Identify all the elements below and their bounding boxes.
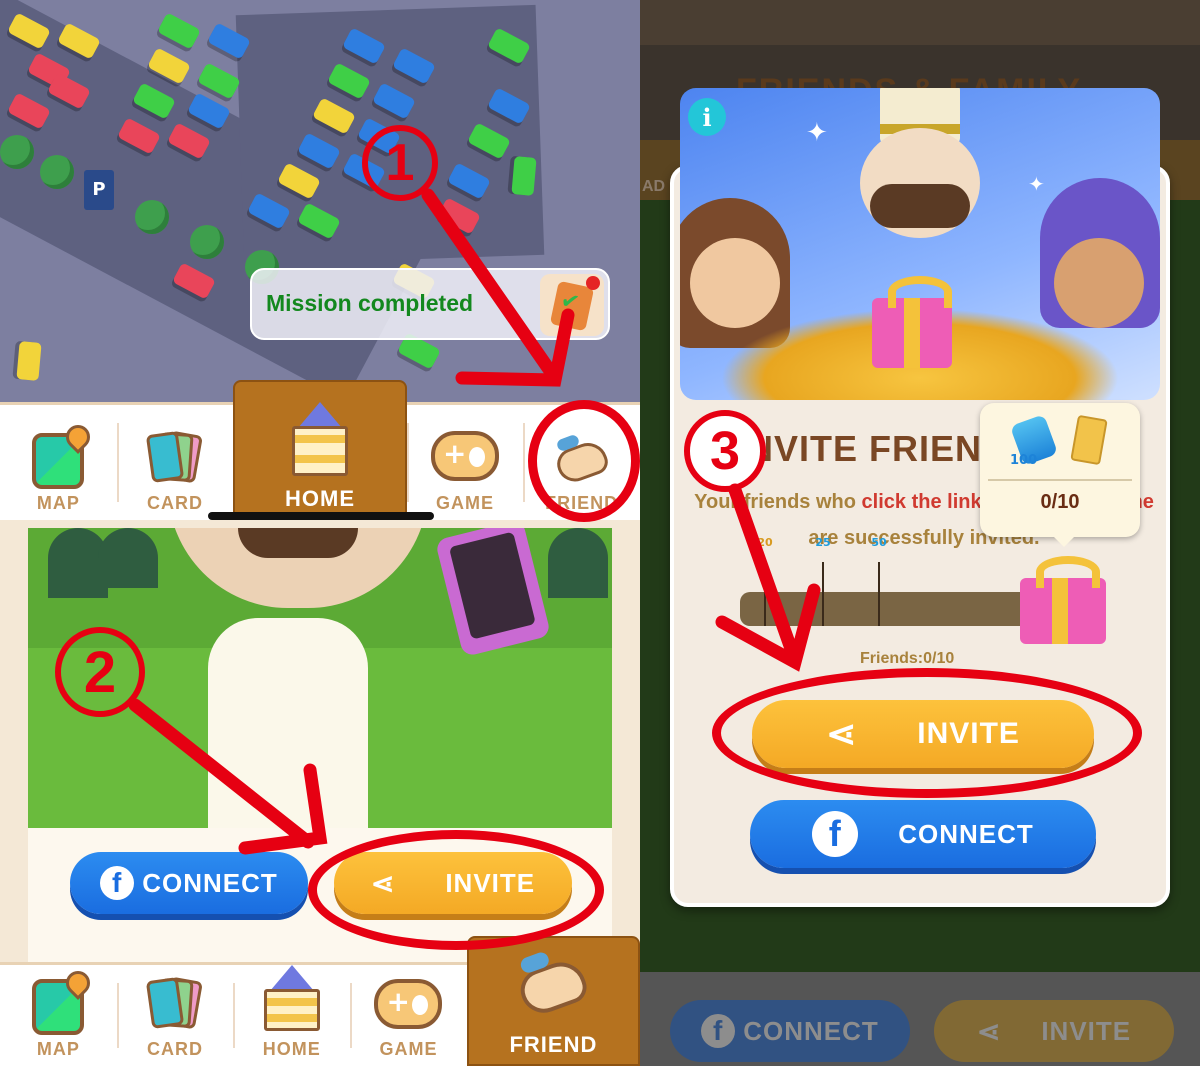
car-green[interactable]: [157, 12, 201, 50]
nav-label: HOME: [285, 486, 356, 511]
invite-label: INVITE: [445, 867, 536, 898]
invite-label: INVITE: [1041, 1015, 1132, 1046]
nav-friend[interactable]: FRIEND: [523, 405, 640, 520]
background-header: [640, 0, 1200, 45]
castle-icon: [260, 965, 324, 1035]
mascot-head: [860, 128, 980, 238]
mascot-body: [208, 618, 368, 828]
nav-label: GAME: [435, 493, 494, 513]
invite-button[interactable]: ⋖ INVITE: [334, 852, 572, 914]
tree: [40, 155, 74, 189]
final-reward-gift-icon[interactable]: [1020, 556, 1106, 644]
tree: [0, 135, 34, 169]
notification-dot: [586, 276, 600, 290]
gold-ticket-icon: [1070, 414, 1108, 466]
nav-label: CARD: [147, 493, 204, 513]
background-side-label: AD: [642, 178, 666, 195]
share-icon: ⋖: [976, 1015, 1002, 1047]
map-icon: [32, 433, 85, 489]
nav-map[interactable]: MAP: [0, 405, 117, 520]
nav-label: GAME: [379, 1039, 438, 1059]
info-icon[interactable]: i: [688, 98, 726, 136]
tooltip-count: 0/10: [1040, 491, 1080, 513]
nav-friend[interactable]: FRIEND: [466, 936, 640, 1066]
connect-button[interactable]: f CONNECT: [70, 852, 308, 914]
nav-label: MAP: [36, 1039, 80, 1059]
parking-lot-map[interactable]: P Mission completed: [0, 0, 640, 402]
invite-label: INVITE: [917, 717, 1020, 750]
tree: [190, 225, 224, 259]
facebook-icon: f: [812, 811, 859, 857]
gift-box-icon: [872, 276, 952, 368]
share-icon: ⋖: [370, 867, 396, 899]
nav-map[interactable]: MAP: [0, 965, 117, 1066]
modal-connect-button[interactable]: f CONNECT: [750, 800, 1096, 868]
friends-count: Friends:0/10: [860, 650, 955, 667]
phone-icon: [434, 528, 552, 658]
nav-home[interactable]: HOME: [233, 965, 350, 1066]
desc-text: Your friends who: [694, 491, 862, 513]
connect-label: CONNECT: [142, 867, 278, 898]
mission-completed-toast[interactable]: Mission completed: [250, 268, 610, 340]
divider: [988, 479, 1132, 481]
friend-character-right: [1040, 178, 1160, 328]
mission-text: Mission completed: [266, 290, 474, 316]
crowd-silhouette: [548, 528, 608, 598]
nav-game[interactable]: GAME: [406, 405, 524, 520]
sparkle-icon: ✦: [806, 118, 828, 148]
nav-home[interactable]: HOME: [233, 380, 407, 520]
milestone-marker[interactable]: 50: [871, 536, 887, 626]
nav-label: FRIEND: [509, 1032, 598, 1057]
background-connect-button: f CONNECT: [670, 1000, 910, 1062]
car-green[interactable]: [197, 62, 241, 100]
invite-banner-image: i ✦ ✦: [680, 88, 1160, 400]
invite-progress-bar: 20 25 50: [740, 536, 1040, 626]
nav-label: CARD: [147, 1039, 204, 1059]
nav-label: MAP: [36, 493, 80, 513]
reward-amount: 100: [1010, 453, 1038, 468]
map-icon: [32, 979, 85, 1035]
cards-icon: [145, 973, 203, 1035]
parking-sign-icon: P: [84, 170, 114, 210]
bottom-nav-home-active: MAP CARD HOME GAME FRIEND: [0, 380, 640, 520]
home-indicator: [208, 512, 434, 520]
mission-button[interactable]: [540, 274, 604, 336]
milestone-marker[interactable]: 20: [757, 536, 773, 626]
reward-tooltip: 100 0/10: [980, 403, 1140, 547]
left-screenshot: P Mission completed MAP CARD HOME GAME: [0, 0, 640, 1066]
modal-invite-button[interactable]: ⋖ INVITE: [752, 700, 1094, 768]
tree: [135, 200, 169, 234]
car-yellow[interactable]: [16, 341, 42, 381]
car-green[interactable]: [511, 156, 537, 196]
share-icon: ⋖: [826, 713, 858, 754]
milestone-marker[interactable]: 25: [815, 536, 831, 626]
friend-hero-image: [28, 528, 612, 828]
castle-icon: [288, 402, 352, 482]
connect-label: CONNECT: [743, 1015, 879, 1046]
crowd-silhouette: [98, 528, 158, 588]
nav-game[interactable]: GAME: [350, 965, 467, 1066]
nav-label: HOME: [262, 1039, 321, 1059]
connect-label: CONNECT: [898, 818, 1034, 849]
cards-icon: [145, 427, 203, 489]
mascot-head: [168, 528, 428, 608]
facebook-icon: f: [701, 1014, 736, 1048]
sparkle-icon: ✦: [1028, 172, 1045, 196]
facebook-icon: f: [100, 866, 135, 900]
right-screenshot: FRIENDS & FAMILY AD f CONNECT ⋖ INVITE i…: [640, 0, 1200, 1066]
bottom-nav-friend-active: MAP CARD HOME GAME FRIEND: [0, 936, 640, 1066]
nav-card[interactable]: CARD: [116, 965, 234, 1066]
handshake-icon: [551, 433, 613, 489]
gamepad-icon: [374, 979, 443, 1029]
nav-label: FRIEND: [545, 493, 619, 513]
background-invite-button: ⋖ INVITE: [934, 1000, 1174, 1062]
nav-card[interactable]: CARD: [116, 405, 234, 520]
handshake-icon: [513, 950, 594, 1023]
gamepad-icon: [430, 431, 499, 481]
